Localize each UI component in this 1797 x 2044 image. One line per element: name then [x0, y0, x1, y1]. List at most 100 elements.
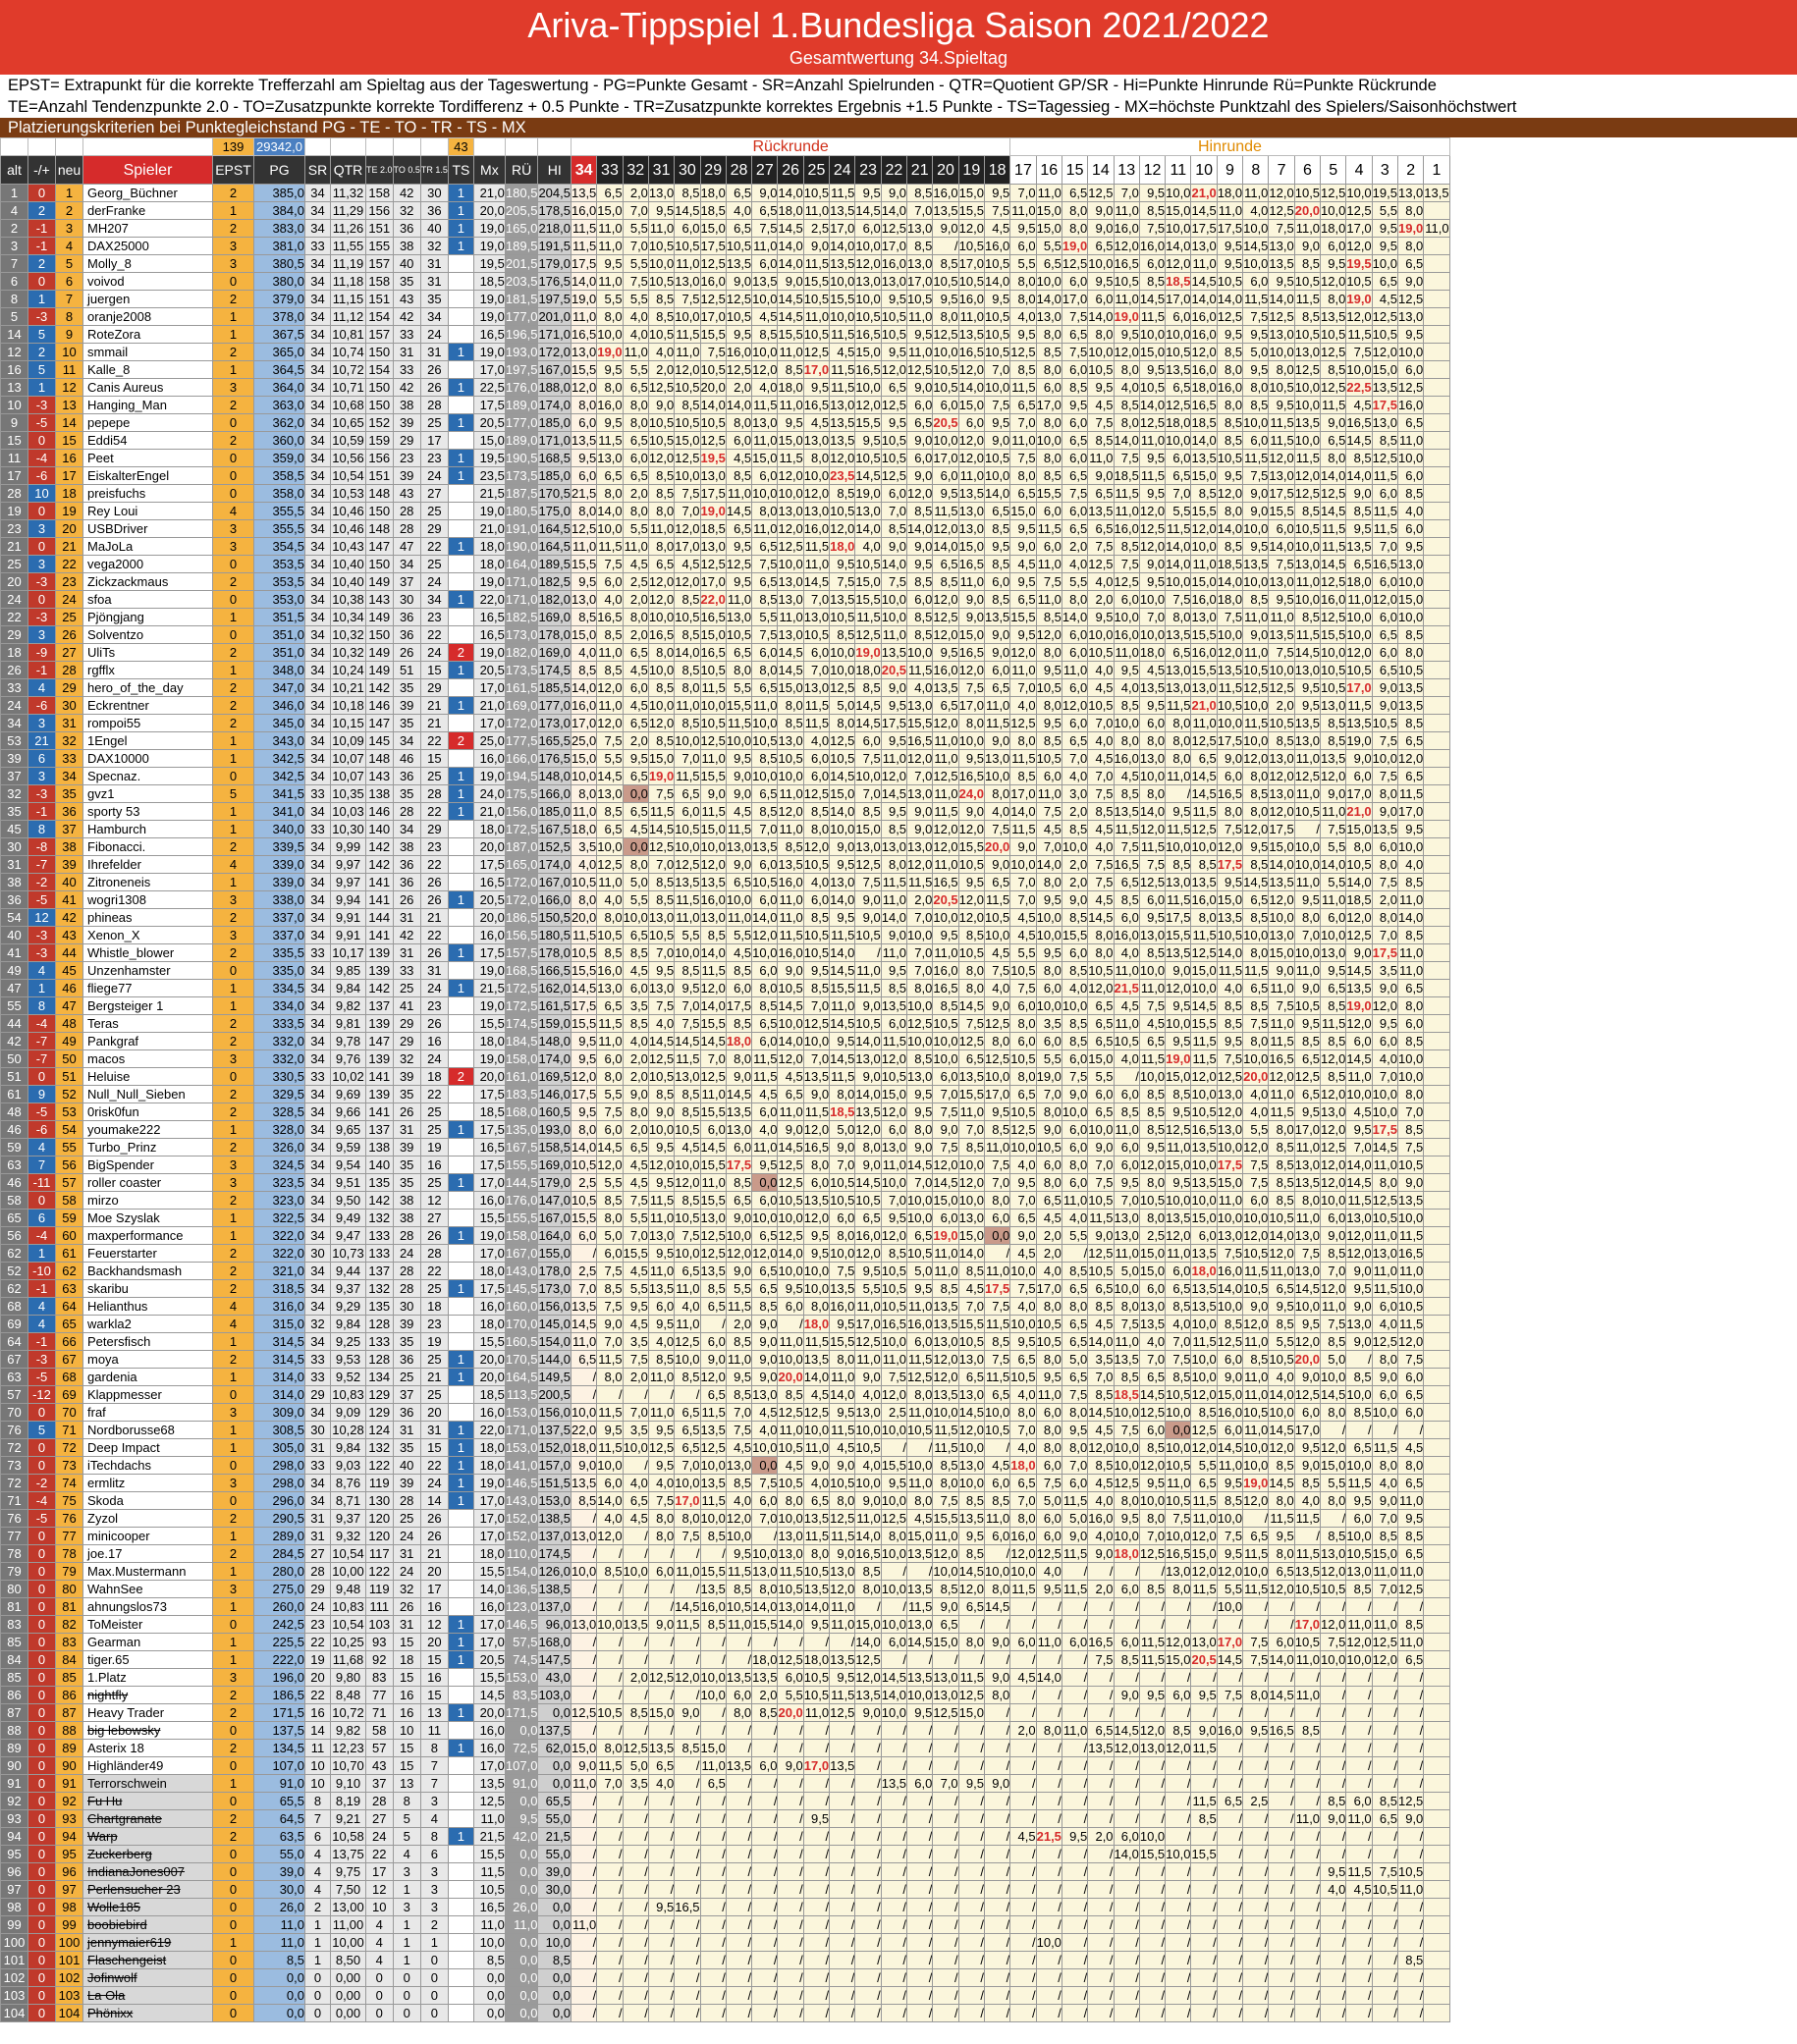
matchday-score: 5,0 — [1061, 1509, 1089, 1528]
ru-value: 183,5 — [504, 1085, 539, 1103]
matchday-score: 12,5 — [1190, 943, 1218, 962]
matchday-score: 18,0 — [1216, 590, 1244, 609]
ts-value — [447, 519, 474, 538]
col-matchday-28: 28 — [725, 155, 753, 185]
matchday-score: 16,0 — [957, 290, 985, 308]
rank-old: 85 — [0, 1633, 28, 1651]
matchday-score: 5,5 — [1165, 502, 1192, 520]
matchday-score: 9,5 — [1320, 1862, 1347, 1881]
sr-value: 34 — [304, 1156, 331, 1174]
matchday-score: 10,5 — [647, 1067, 676, 1086]
matchday-score: 10,0 — [674, 1350, 701, 1369]
matchday-score: 10,0 — [1345, 1650, 1373, 1669]
sr-value: 34 — [304, 201, 331, 220]
matchday-score: 8,5 — [906, 1049, 934, 1068]
matchday-score: 5,0 — [1061, 1350, 1089, 1369]
matchday-score: / — [1138, 1809, 1167, 1828]
matchday-score: 17,0 — [957, 254, 985, 273]
matchday-score: / — [647, 1686, 676, 1704]
matchday-score: / — [1345, 1739, 1373, 1757]
matchday-score: 11,0 — [647, 519, 676, 538]
matchday-score: 8,0 — [570, 396, 598, 414]
ru-value: 201,5 — [504, 254, 539, 273]
matchday-score: 11,0 — [880, 1156, 908, 1174]
matchday-score: 10,0 — [1242, 926, 1270, 944]
matchday-score: 2,5 — [622, 572, 649, 591]
ru-value: 171,5 — [504, 1703, 539, 1722]
ru-value: 26,0 — [504, 1898, 539, 1916]
matchday-score: / — [802, 1827, 831, 1846]
matchday-score: 4,0 — [622, 1474, 649, 1492]
hi-value: 182,0 — [537, 590, 572, 609]
matchday-score: 8,5 — [647, 1350, 676, 1369]
ru-value: 169,0 — [504, 696, 539, 715]
qtr-value: 9,84 — [330, 979, 366, 997]
ts-value: 1 — [447, 1350, 474, 1369]
matchday-score: 7,5 — [622, 1191, 649, 1210]
matchday-score: 6,0 — [957, 413, 985, 432]
rank-new: 7 — [55, 290, 83, 308]
sr-value: 2 — [304, 1898, 331, 1916]
matchday-score: 13,0 — [596, 979, 624, 997]
qtr-value: 10,02 — [330, 1067, 366, 1086]
matchday-score: 8,0 — [1293, 908, 1322, 927]
matchday-score: 8,5 — [932, 572, 959, 591]
matchday-score: 16,0 — [1190, 325, 1218, 344]
matchday-score: 15,5 — [570, 961, 598, 980]
pg-value: 298,0 — [253, 1474, 305, 1492]
matchday-score: 8,5 — [777, 714, 804, 732]
rank-old: 95 — [0, 1845, 28, 1863]
matchday-score: 13,0 — [932, 1686, 959, 1704]
mx-value: 18,0 — [472, 555, 506, 573]
matchday-score: 12,5 — [647, 378, 676, 397]
matchday-score: 4,0 — [1371, 1315, 1398, 1333]
rank-new: 66 — [55, 1332, 83, 1351]
matchday-score: 6,0 — [1035, 1403, 1062, 1422]
matchday-score: 14,0 — [829, 890, 856, 909]
mx-value: 22,0 — [472, 1421, 506, 1439]
matchday-score: / — [1165, 1774, 1192, 1793]
matchday-score: 12,0 — [777, 802, 804, 821]
matchday-score: / — [1268, 1862, 1295, 1881]
matchday-score: 6,5 — [957, 1368, 985, 1386]
col-neu: neu — [55, 155, 83, 185]
hi-value: 185,5 — [537, 678, 572, 697]
matchday-score: 17,0 — [1035, 1279, 1062, 1298]
matchday-score: 6,0 — [1061, 449, 1089, 467]
matchday-score: 4,0 — [570, 855, 598, 874]
matchday-score: / — [829, 1809, 856, 1828]
matchday-score: 2,0 — [622, 1368, 649, 1386]
matchday-score: / — [596, 1845, 624, 1863]
player-name: Specnaz. — [82, 767, 213, 785]
sr-value: 34 — [304, 1226, 331, 1245]
matchday-score: 6,0 — [1371, 484, 1398, 503]
matchday-score: 11,0 — [1035, 784, 1062, 803]
matchday-score: 6,5 — [1087, 1032, 1115, 1050]
sr-value: 22 — [304, 1633, 331, 1651]
to-value: 39 — [392, 1067, 421, 1086]
matchday-score: 14,0 — [777, 184, 804, 202]
matchday-score: 8,5 — [1061, 1032, 1089, 1050]
te-value: 138 — [365, 1138, 394, 1156]
matchday-score: 10,0 — [932, 1403, 959, 1422]
epst-value: 0 — [212, 1845, 254, 1863]
qtr-value: 13,75 — [330, 1845, 366, 1863]
matchday-score: 6,0 — [906, 590, 934, 609]
rank-change: 0 — [27, 1067, 56, 1086]
matchday-score: 10,5 — [880, 307, 908, 326]
matchday-score: 9,5 — [802, 1244, 831, 1263]
matchday-score: 9,5 — [725, 749, 753, 768]
matchday-score: 7,5 — [1320, 1315, 1347, 1333]
matchday-score: 9,5 — [829, 1403, 856, 1422]
ts-value — [447, 254, 474, 273]
matchday-score: 5,5 — [1035, 1049, 1062, 1068]
matchday-score: 13,5 — [1345, 537, 1373, 556]
matchday-score: 8,5 — [751, 590, 779, 609]
matchday-score: 8,5 — [647, 873, 676, 891]
matchday-score: 6,5 — [1268, 1562, 1295, 1581]
matchday-score: 15,0 — [777, 678, 804, 697]
matchday-score: 17,0 — [1345, 678, 1373, 697]
matchday-score: 4,5 — [1087, 749, 1115, 768]
te-value: 151 — [365, 219, 394, 238]
matchday-score: 14,0 — [699, 396, 727, 414]
